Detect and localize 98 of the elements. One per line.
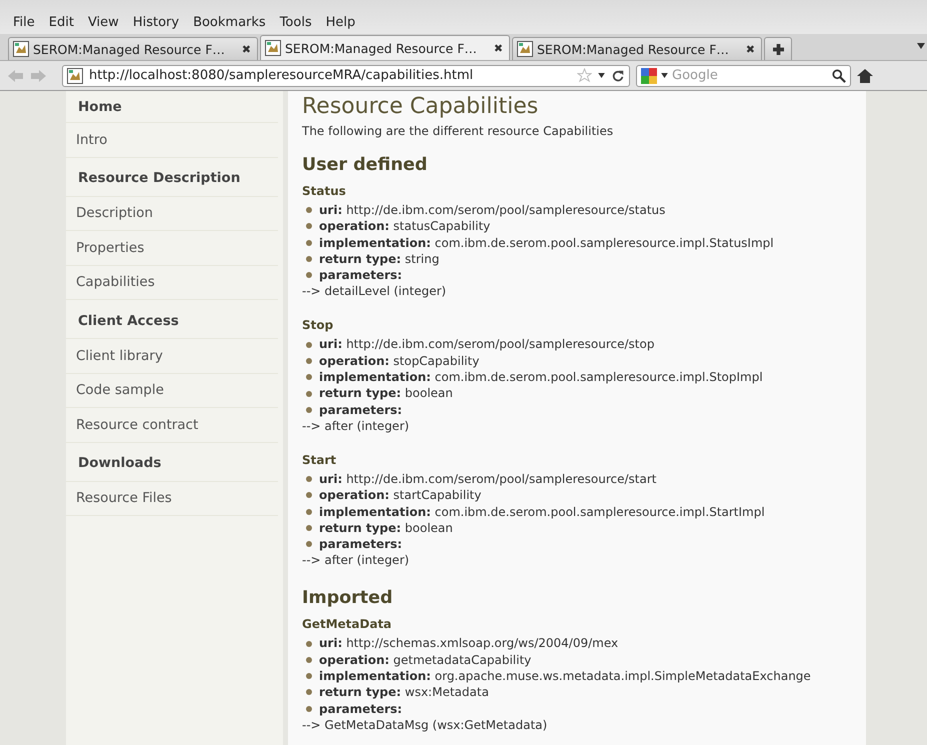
bullet-icon [306, 541, 312, 548]
favicon-icon [67, 68, 83, 84]
field-text: return type: boolean [319, 520, 453, 536]
caret-icon[interactable] [598, 73, 605, 78]
sidebar-link[interactable]: Resource contract [66, 408, 278, 442]
browser-tab[interactable]: SEROM:Managed Resource F… ✖ [512, 37, 762, 60]
menu-item[interactable]: File [6, 15, 42, 30]
field-text: implementation: com.ibm.de.serom.pool.sampleresource.impl.StatusImpl [319, 234, 774, 251]
tab-title: SEROM:Managed Resource F… [33, 42, 226, 56]
bullet-icon [306, 656, 312, 663]
bullet-icon [306, 525, 312, 531]
field-text: parameters: [319, 267, 402, 284]
bullet-icon [306, 492, 312, 498]
star-icon[interactable] [577, 68, 592, 83]
bullet-icon [306, 706, 312, 712]
search-box[interactable]: Google [636, 64, 851, 86]
capability-name: Stop [302, 317, 334, 334]
field-text: uri: http://de.ibm.com/serom/pool/sampleresource/start [319, 470, 656, 488]
caret-icon[interactable] [917, 43, 925, 49]
sidebar-link[interactable]: Intro [66, 123, 278, 158]
sidebar-link[interactable]: Resource Files [66, 482, 278, 516]
tab-close-button[interactable]: ✖ [494, 42, 503, 54]
sidebar-heading: Client Access [66, 300, 278, 339]
field-text: uri: http://de.ibm.com/serom/pool/sampleresource/status [319, 202, 666, 218]
intro-text: The following are the different resource Capabilities [302, 123, 614, 139]
field-text: uri: http://de.ibm.com/serom/pool/sampleresource/stop [319, 336, 654, 353]
sidebar-link[interactable]: Properties [66, 231, 278, 266]
capability-name: Start [302, 452, 338, 468]
field-text: return type: string [319, 250, 440, 268]
bullet-icon [306, 240, 312, 246]
field-text: operation: getmetadataCapability [319, 652, 532, 668]
tab-title: SEROM:Managed Resource F… [285, 40, 478, 56]
capability-name: Status [302, 183, 347, 199]
field-text: operation: stopCapability [319, 352, 480, 370]
sidebar-link[interactable]: Code sample [66, 374, 278, 408]
bullet-icon [306, 342, 312, 348]
bullet-icon [306, 673, 312, 680]
field-text: return type: boolean [319, 385, 453, 402]
bullet-icon [306, 406, 312, 413]
tab-title: SEROM:Managed Resource F… [537, 42, 730, 56]
favicon-icon [517, 41, 533, 57]
favicon-icon [13, 41, 29, 57]
bullet-icon [306, 272, 312, 278]
search-input[interactable]: Google [672, 68, 828, 83]
sidebar-link[interactable]: Capabilities [66, 266, 278, 300]
browser-tab[interactable]: SEROM:Managed Resource F… ✖ [8, 37, 258, 60]
plus-icon [772, 44, 784, 54]
bullet-icon [306, 223, 312, 230]
sidebar-heading: Resource Description [66, 158, 278, 196]
parameter-text: --> after (integer) [302, 552, 410, 568]
field-text: return type: wsx:Metadata [319, 684, 489, 701]
new-tab-button[interactable] [764, 37, 792, 60]
bullet-icon [306, 207, 312, 214]
bullet-icon [306, 256, 312, 262]
sidebar-link[interactable]: Description [66, 196, 278, 231]
section-heading: User defined [302, 154, 428, 177]
caret-icon[interactable] [661, 73, 668, 78]
bullet-icon [306, 640, 312, 647]
address-field[interactable]: http://localhost:8080/sampleresourceMRA/capabilities.html [62, 64, 630, 86]
search-icon[interactable] [832, 68, 846, 82]
bullet-icon [306, 689, 312, 696]
tab-close-button[interactable]: ✖ [746, 42, 755, 56]
field-text: operation: startCapability [319, 487, 482, 504]
menu-item[interactable]: Bookmarks [186, 15, 273, 30]
bullet-icon [306, 390, 312, 397]
capability-name: GetMetaData [302, 616, 393, 632]
bullet-icon [306, 508, 312, 515]
field-text: parameters: [319, 700, 402, 717]
field-text: implementation: com.ibm.de.serom.pool.sampleresource.impl.StopImpl [319, 369, 763, 386]
sidebar-heading: Home [66, 91, 278, 123]
field-text: uri: http://schemas.xmlsoap.org/ws/2004/09/mex [319, 635, 618, 652]
url-text: http://localhost:8080/sampleresourceMRA/capabilities.html [89, 68, 474, 83]
bullet-icon [306, 476, 312, 482]
field-text: implementation: com.ibm.de.serom.pool.sampleresource.impl.StartImpl [319, 504, 765, 520]
menu-item[interactable]: History [126, 15, 186, 30]
field-text: operation: statusCapability [319, 218, 490, 235]
parameter-text: --> after (integer) [302, 418, 410, 434]
field-text: implementation: org.apache.muse.ws.metadata.impl.SimpleMetadataExchange [319, 668, 811, 684]
menu-item[interactable]: Tools [272, 15, 319, 30]
field-text: parameters: [319, 402, 402, 418]
section-heading: Imported [302, 587, 394, 610]
parameter-text: --> detailLevel (integer) [302, 283, 448, 300]
bullet-icon [306, 374, 312, 380]
menu-item[interactable]: View [80, 15, 126, 30]
page-title: Resource Capabilities [302, 93, 540, 121]
tab-close-button[interactable]: ✖ [242, 42, 251, 56]
field-text: parameters: [319, 536, 402, 552]
browser-tab[interactable]: SEROM:Managed Resource F… ✖ [260, 35, 510, 60]
reload-icon[interactable] [611, 68, 625, 82]
favicon-icon [265, 40, 281, 56]
sidebar-heading: Downloads [66, 442, 278, 482]
home-icon[interactable] [857, 68, 873, 84]
menu-item[interactable]: Help [318, 15, 362, 30]
parameter-text: --> GetMetaDataMsg (wsx:GetMetadata) [302, 716, 548, 733]
bullet-icon [306, 358, 312, 364]
menu-item[interactable]: Edit [42, 15, 81, 30]
sidebar-link[interactable]: Client library [66, 339, 278, 374]
google-logo-icon[interactable] [641, 68, 657, 84]
